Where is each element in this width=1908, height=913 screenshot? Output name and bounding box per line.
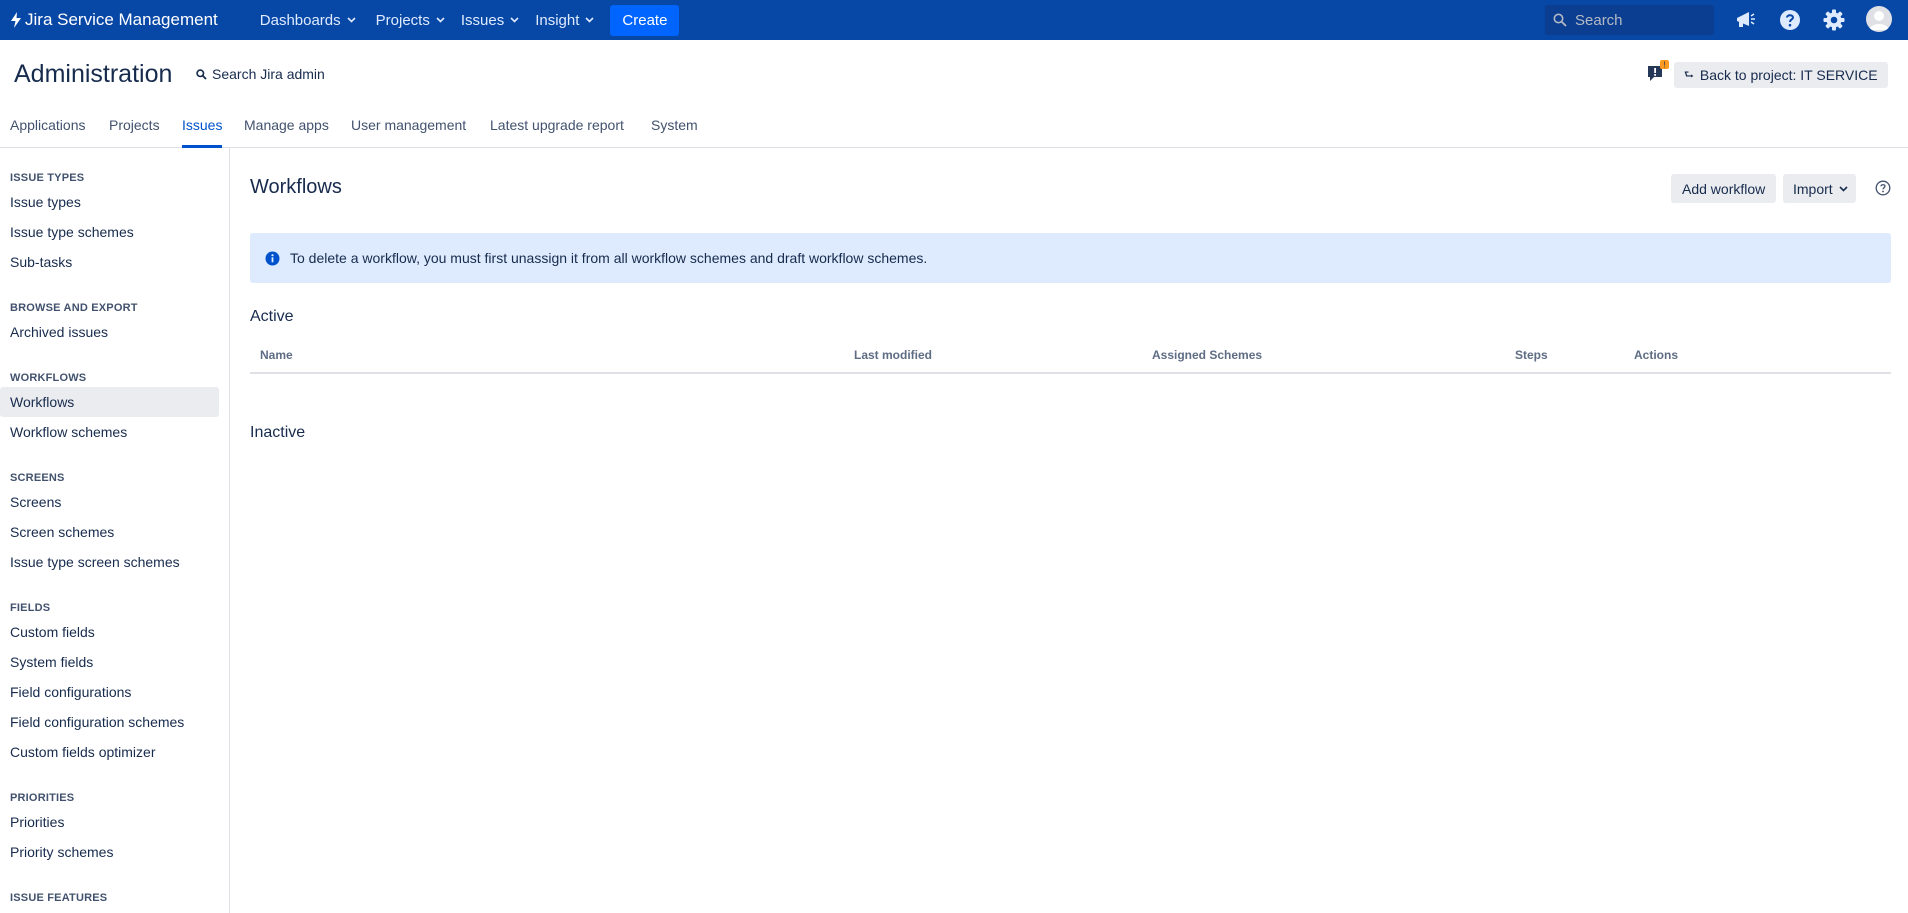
feedback-badge: ! xyxy=(1663,61,1665,70)
sidebar-heading-workflows: WORKFLOWS xyxy=(10,372,87,384)
chevron-down-icon xyxy=(1839,185,1848,192)
nav-issues[interactable]: Issues xyxy=(455,0,525,40)
sidebar-item-screen-schemes[interactable]: Screen schemes xyxy=(0,517,219,547)
nav-projects-label: Projects xyxy=(375,11,430,29)
sidebar-item-system-fields[interactable]: System fields xyxy=(0,647,219,677)
chevron-down-icon xyxy=(347,17,356,23)
sidebar-item-custom-fields[interactable]: Custom fields xyxy=(0,617,219,647)
create-button[interactable]: Create xyxy=(610,4,680,36)
user-avatar-icon xyxy=(1869,11,1889,30)
sidebar-item-workflow-schemes[interactable]: Workflow schemes xyxy=(0,417,219,447)
nav-dashboards-label: Dashboards xyxy=(259,11,341,29)
column-actions: Actions xyxy=(1634,348,1679,362)
sidebar-item-field-configurations[interactable]: Field configurations xyxy=(0,677,219,707)
sidebar-item-field-configuration-schemes[interactable]: Field configuration schemes xyxy=(0,707,219,737)
nav-dashboards[interactable]: Dashboards xyxy=(254,0,362,40)
back-to-project-button[interactable]: ⮑ Back to project: IT SERVICE xyxy=(1674,62,1888,88)
tab-projects[interactable]: Projects xyxy=(109,116,160,148)
search-jira-admin[interactable]: Search Jira admin xyxy=(196,66,325,82)
tab-manage-apps[interactable]: Manage apps xyxy=(244,116,329,148)
workflows-title: Workflows xyxy=(250,176,342,198)
sidebar-item-issue-type-schemes[interactable]: Issue type schemes xyxy=(0,217,219,247)
chevron-down-icon xyxy=(510,17,519,23)
import-button[interactable]: Import xyxy=(1783,174,1856,203)
import-label: Import xyxy=(1793,180,1833,197)
tab-applications[interactable]: Applications xyxy=(10,116,86,148)
search-icon xyxy=(196,68,207,80)
tab-user-management[interactable]: User management xyxy=(351,116,466,148)
sidebar-item-workflows[interactable]: Workflows xyxy=(0,387,219,417)
column-assigned-schemes: Assigned Schemes xyxy=(1152,348,1263,362)
top-navigation: Jira Service Management Dashboards Proje… xyxy=(0,0,1908,40)
help-icon[interactable] xyxy=(1776,6,1804,34)
search-input[interactable] xyxy=(1575,11,1705,29)
tab-system[interactable]: System xyxy=(651,116,698,148)
sidebar-item-issue-types[interactable]: Issue types xyxy=(0,187,219,217)
column-last-modified: Last modified xyxy=(854,348,933,362)
back-to-project-label: Back to project: IT SERVICE xyxy=(1699,67,1878,83)
page-title: Administration xyxy=(14,60,173,88)
active-heading: Active xyxy=(250,308,294,325)
sidebar-heading-issue-features: ISSUE FEATURES xyxy=(10,892,108,904)
nav-insight-label: Insight xyxy=(535,11,580,29)
avatar[interactable] xyxy=(1866,6,1892,32)
chevron-down-icon xyxy=(585,17,594,23)
sidebar-heading-priorities: PRIORITIES xyxy=(10,792,75,804)
settings-icon[interactable] xyxy=(1820,6,1848,34)
global-search[interactable] xyxy=(1545,5,1714,35)
info-message: To delete a workflow, you must first una… xyxy=(290,250,928,266)
column-steps: Steps xyxy=(1515,348,1548,362)
search-icon xyxy=(1553,13,1567,27)
sidebar-item-priority-schemes[interactable]: Priority schemes xyxy=(0,837,219,867)
workflows-table-header: Name Last modified Assigned Schemes Step… xyxy=(250,346,1891,374)
sidebar-item-archived-issues[interactable]: Archived issues xyxy=(0,317,219,347)
sidebar-heading-issue-types: ISSUE TYPES xyxy=(10,172,85,184)
tab-latest-upgrade-report[interactable]: Latest upgrade report xyxy=(490,116,624,148)
info-icon xyxy=(265,251,280,265)
nav-insight[interactable]: Insight xyxy=(529,0,600,40)
sidebar-heading-screens: SCREENS xyxy=(10,472,65,484)
product-name: Jira Service Management xyxy=(25,10,218,29)
tab-issues[interactable]: Issues xyxy=(182,116,223,148)
jira-bolt-icon xyxy=(11,12,21,28)
sidebar-item-sub-tasks[interactable]: Sub-tasks xyxy=(0,247,219,277)
admin-tabs: Applications Projects Issues Manage apps… xyxy=(0,116,1908,148)
column-name: Name xyxy=(260,348,293,362)
inactive-heading: Inactive xyxy=(250,424,306,441)
back-arrow-icon: ⮑ xyxy=(1684,68,1694,81)
nav-issues-label: Issues xyxy=(460,11,505,29)
chevron-down-icon xyxy=(436,17,445,23)
info-banner: To delete a workflow, you must first una… xyxy=(250,233,1891,283)
sidebar: ISSUE TYPES Issue types Issue type schem… xyxy=(0,148,230,913)
product-logo[interactable]: Jira Service Management xyxy=(10,0,218,40)
search-jira-admin-label: Search Jira admin xyxy=(212,66,325,82)
sidebar-item-priorities[interactable]: Priorities xyxy=(0,807,219,837)
sidebar-item-issue-type-screen-schemes[interactable]: Issue type screen schemes xyxy=(0,547,219,577)
sidebar-item-screens[interactable]: Screens xyxy=(0,487,219,517)
notifications-icon[interactable] xyxy=(1732,6,1760,34)
feedback-icon[interactable]: ! xyxy=(1646,60,1670,84)
sidebar-heading-fields: FIELDS xyxy=(10,602,51,614)
sidebar-heading-browse-export: BROWSE AND EXPORT xyxy=(10,302,138,314)
add-workflow-button[interactable]: Add workflow xyxy=(1671,174,1777,203)
help-circle-icon[interactable] xyxy=(1875,180,1891,196)
sidebar-item-custom-fields-optimizer[interactable]: Custom fields optimizer xyxy=(0,737,219,767)
nav-projects[interactable]: Projects xyxy=(370,0,451,40)
